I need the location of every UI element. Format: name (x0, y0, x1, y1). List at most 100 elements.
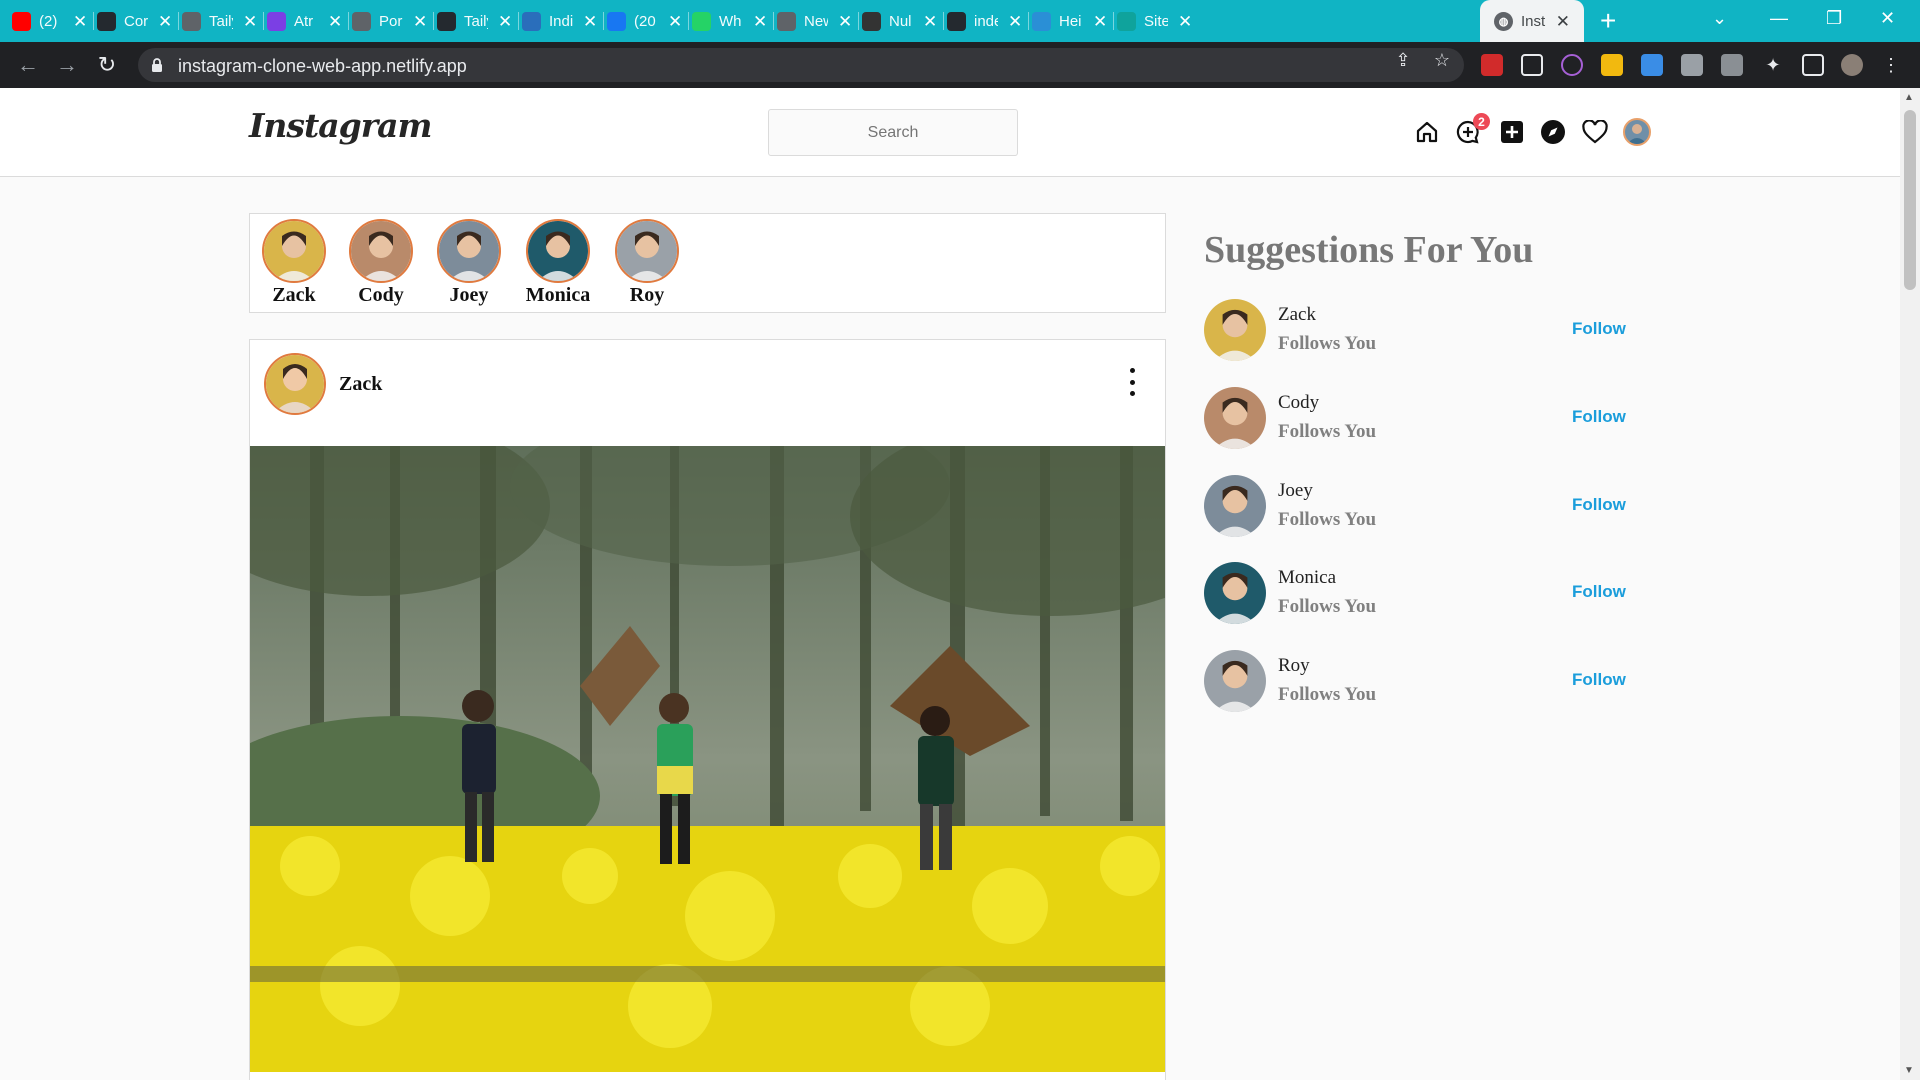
profile-avatar-icon[interactable] (1841, 54, 1863, 76)
follow-button[interactable]: Follow (1572, 670, 1626, 690)
suggestion-name[interactable]: Monica (1278, 567, 1336, 589)
extension-tb-icon[interactable] (1721, 54, 1743, 76)
tab-close-icon[interactable]: ✕ (1178, 13, 1192, 30)
back-button[interactable]: ← (14, 51, 42, 79)
facebook-icon (607, 11, 626, 31)
tab-close-icon[interactable]: ✕ (73, 13, 87, 30)
tab-close-icon[interactable]: ✕ (583, 13, 597, 30)
browser-tab[interactable]: Cor ✕ (97, 6, 172, 36)
tab-close-icon[interactable]: ✕ (923, 13, 937, 30)
browser-tab[interactable]: Nul ✕ (862, 6, 937, 36)
tab-close-icon[interactable]: ✕ (158, 13, 172, 30)
suggestion-avatar[interactable] (1204, 650, 1266, 712)
tab-close-icon[interactable]: ✕ (753, 13, 767, 30)
activity-heart-icon[interactable] (1582, 119, 1608, 145)
home-icon[interactable] (1414, 119, 1440, 145)
scrollbar-thumb[interactable] (1904, 110, 1916, 290)
follow-button[interactable]: Follow (1572, 495, 1626, 515)
forward-button[interactable]: → (53, 51, 81, 79)
story-avatar[interactable] (615, 219, 679, 283)
profile-avatar[interactable] (1623, 118, 1651, 146)
post-options-icon[interactable] (1128, 368, 1136, 396)
browser-tab[interactable]: Wh ✕ (692, 6, 767, 36)
instagram-logo[interactable]: Instagram (249, 106, 432, 145)
browser-tab[interactable]: (2) ✕ (12, 6, 87, 36)
extension-camera-icon[interactable] (1681, 54, 1703, 76)
tab-close-icon[interactable]: ✕ (498, 13, 512, 30)
story-avatar[interactable] (349, 219, 413, 283)
browser-tab[interactable]: Taily ✕ (437, 6, 512, 36)
github-icon (437, 11, 456, 31)
browser-tab[interactable]: (20 ✕ (607, 6, 682, 36)
suggestion-name[interactable]: Zack (1278, 304, 1316, 326)
page-scrollbar[interactable]: ▲ ▼ (1900, 88, 1920, 1080)
follow-button[interactable]: Follow (1572, 582, 1626, 602)
tab-title: Nul (889, 12, 912, 30)
browser-tab[interactable]: Site ✕ (1117, 6, 1192, 36)
tab-separator (178, 12, 179, 30)
post-author-name[interactable]: Zack (339, 373, 382, 396)
tab-close-icon[interactable]: ✕ (838, 13, 852, 30)
story-avatar[interactable] (262, 219, 326, 283)
story-avatar[interactable] (526, 219, 590, 283)
suggestion-avatar[interactable] (1204, 562, 1266, 624)
new-tab-button[interactable]: + (1600, 7, 1616, 35)
address-bar[interactable]: instagram-clone-web-app.netlify.app (138, 48, 1464, 82)
browser-tab[interactable]: Hei ✕ (1032, 6, 1107, 36)
browser-tab[interactable]: New ✕ (777, 6, 852, 36)
follow-button[interactable]: Follow (1572, 407, 1626, 427)
extensions-puzzle-icon[interactable]: ✦ (1762, 54, 1784, 76)
bookmark-star-icon[interactable]: ☆ (1431, 49, 1453, 71)
tab-close-icon[interactable]: ✕ (243, 13, 257, 30)
browser-tab[interactable]: Por ✕ (352, 6, 427, 36)
hei-icon (1032, 11, 1051, 31)
story-item[interactable]: Cody (348, 219, 414, 307)
tab-title: New (804, 12, 828, 30)
minimize-button[interactable]: — (1770, 8, 1788, 29)
suggestion-avatar[interactable] (1204, 299, 1266, 361)
tab-search-icon[interactable]: ⌄ (1712, 8, 1727, 29)
story-item[interactable]: Zack (261, 219, 327, 307)
tab-close-icon[interactable]: ✕ (328, 13, 342, 30)
browser-tab[interactable]: Atr ✕ (267, 6, 342, 36)
explore-compass-icon[interactable] (1540, 119, 1566, 145)
extension-x-icon[interactable] (1521, 54, 1543, 76)
follow-button[interactable]: Follow (1572, 319, 1626, 339)
tab-active[interactable]: ◍ Inst ✕ (1480, 0, 1584, 42)
scroll-up-arrow-icon[interactable]: ▲ (1904, 92, 1914, 103)
share-icon[interactable]: ⇪ (1392, 49, 1414, 71)
browser-tab[interactable]: Taily ✕ (182, 6, 257, 36)
atr-icon (267, 11, 286, 31)
close-window-button[interactable]: ✕ (1880, 8, 1895, 29)
search-input[interactable] (768, 109, 1018, 156)
menu-kebab-icon[interactable]: ⋮ (1880, 54, 1902, 76)
tab-close-icon[interactable]: ✕ (668, 13, 682, 30)
story-avatar[interactable] (437, 219, 501, 283)
suggestion-name[interactable]: Joey (1278, 480, 1313, 502)
tab-close-icon[interactable]: ✕ (413, 13, 427, 30)
scroll-down-arrow-icon[interactable]: ▼ (1904, 1065, 1914, 1076)
suggestion-name[interactable]: Roy (1278, 655, 1310, 677)
story-item[interactable]: Monica (525, 219, 591, 307)
tab-close-icon[interactable]: ✕ (1093, 13, 1107, 30)
suggestion-avatar[interactable] (1204, 475, 1266, 537)
tab-title: Atr (294, 12, 314, 30)
extension-red-icon[interactable] (1481, 54, 1503, 76)
browser-tab[interactable]: Indi ✕ (522, 6, 597, 36)
suggestion-avatar[interactable] (1204, 387, 1266, 449)
restore-button[interactable]: ❐ (1826, 8, 1842, 29)
new-post-icon[interactable] (1499, 119, 1525, 145)
extension-download-icon[interactable] (1641, 54, 1663, 76)
post-author-avatar[interactable] (264, 353, 326, 415)
post-image (250, 446, 1165, 1072)
extension-folder-icon[interactable] (1601, 54, 1623, 76)
reload-button[interactable]: ↻ (93, 51, 121, 79)
tab-close-icon[interactable]: ✕ (1008, 13, 1022, 30)
tab-close-icon[interactable]: ✕ (1556, 13, 1570, 30)
story-item[interactable]: Roy (614, 219, 680, 307)
browser-tab[interactable]: inde ✕ (947, 6, 1022, 36)
side-panel-icon[interactable] (1802, 54, 1824, 76)
extension-purple-icon[interactable] (1561, 54, 1583, 76)
story-item[interactable]: Joey (436, 219, 502, 307)
suggestion-name[interactable]: Cody (1278, 392, 1319, 414)
